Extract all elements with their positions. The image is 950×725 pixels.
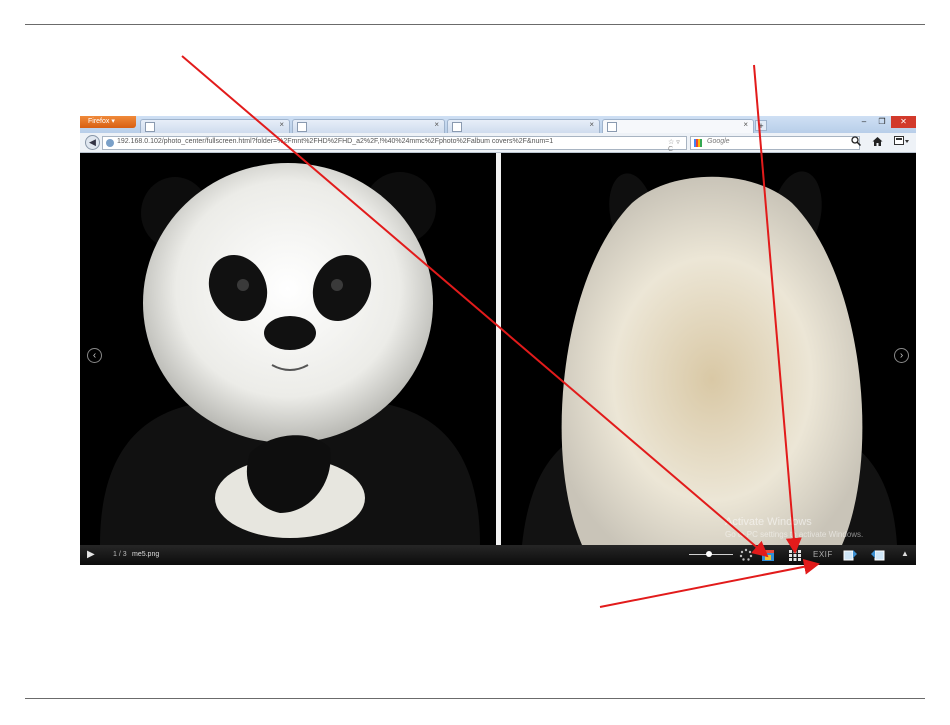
arrow-to-exif-button xyxy=(599,558,820,608)
back-arrow-icon[interactable]: ◀ xyxy=(85,135,100,150)
page-icon xyxy=(607,122,617,132)
tab-close-icon[interactable]: × xyxy=(743,120,748,129)
firefox-menu-button[interactable]: Firefox ▾ xyxy=(80,116,136,128)
tab-close-icon[interactable]: × xyxy=(434,120,439,129)
page-icon xyxy=(145,122,155,132)
activate-windows-title: Activate Windows xyxy=(725,516,812,528)
previous-image-button[interactable]: ‹ xyxy=(87,348,102,363)
new-tab-button[interactable]: + xyxy=(755,120,767,131)
search-bar[interactable]: Google xyxy=(690,136,860,150)
viewer-toolbar: ▶ 1 / 3 me5.png EXIF ▲ xyxy=(80,545,916,565)
file-name: me5.png xyxy=(132,551,160,558)
tab-close-icon[interactable]: × xyxy=(589,120,594,129)
grid-view-icon[interactable] xyxy=(788,548,802,565)
calendar-icon[interactable] xyxy=(761,548,775,565)
page-icon xyxy=(452,122,462,132)
zoom-slider-handle[interactable] xyxy=(706,551,712,557)
tab-1[interactable]: × xyxy=(140,119,290,133)
loading-spinner-icon xyxy=(739,548,753,565)
close-window-button[interactable]: ✕ xyxy=(891,116,916,128)
toggle-up-icon[interactable]: ▲ xyxy=(901,549,909,558)
globe-icon xyxy=(106,139,114,147)
bookmark-and-reload-icons[interactable]: ☆ ▿ C xyxy=(668,138,686,153)
bottom-rule xyxy=(25,698,925,699)
rotate-right-icon[interactable] xyxy=(870,548,886,565)
rotate-left-icon[interactable] xyxy=(842,548,858,565)
tab-4-active[interactable]: × xyxy=(602,119,754,133)
photo-viewer: ‹ › Activate Windows Go to PC settings t… xyxy=(80,153,916,545)
exif-button[interactable]: EXIF xyxy=(813,550,833,559)
play-slideshow-button[interactable]: ▶ xyxy=(87,549,95,560)
address-bar[interactable]: 192.168.0.102/photo_center/fullscreen.ht… xyxy=(102,136,687,153)
google-icon[interactable] xyxy=(694,139,702,147)
activate-windows-subtitle: Go to PC settings to activate Windows. xyxy=(725,530,864,539)
panda-back-photo xyxy=(502,153,916,545)
panda-front-photo xyxy=(80,153,496,545)
firefox-menu-label: Firefox xyxy=(88,118,110,125)
tab-bar: Firefox ▾ × × × × + ‒ ❐ ✕ xyxy=(80,116,916,133)
menu-icon[interactable] xyxy=(894,136,910,149)
search-placeholder: Google xyxy=(707,138,730,145)
tab-3[interactable]: × xyxy=(447,119,600,133)
url-text: 192.168.0.102/photo_center/fullscreen.ht… xyxy=(117,138,554,145)
minimize-button[interactable]: ‒ xyxy=(855,116,873,128)
top-rule xyxy=(25,24,925,25)
magnifier-icon[interactable] xyxy=(851,136,862,149)
image-divider xyxy=(496,153,501,545)
tab-2[interactable]: × xyxy=(292,119,445,133)
navigation-bar: ◀ 192.168.0.102/photo_center/fullscreen.… xyxy=(80,133,916,153)
tab-close-icon[interactable]: × xyxy=(279,120,284,129)
browser-screenshot: Firefox ▾ × × × × + ‒ ❐ ✕ ◀ 192.168.0.10… xyxy=(80,116,916,565)
next-image-button[interactable]: › xyxy=(894,348,909,363)
page-icon xyxy=(297,122,307,132)
maximize-button[interactable]: ❐ xyxy=(873,116,891,128)
home-icon[interactable] xyxy=(872,136,883,150)
image-counter: 1 / 3 xyxy=(113,551,127,558)
